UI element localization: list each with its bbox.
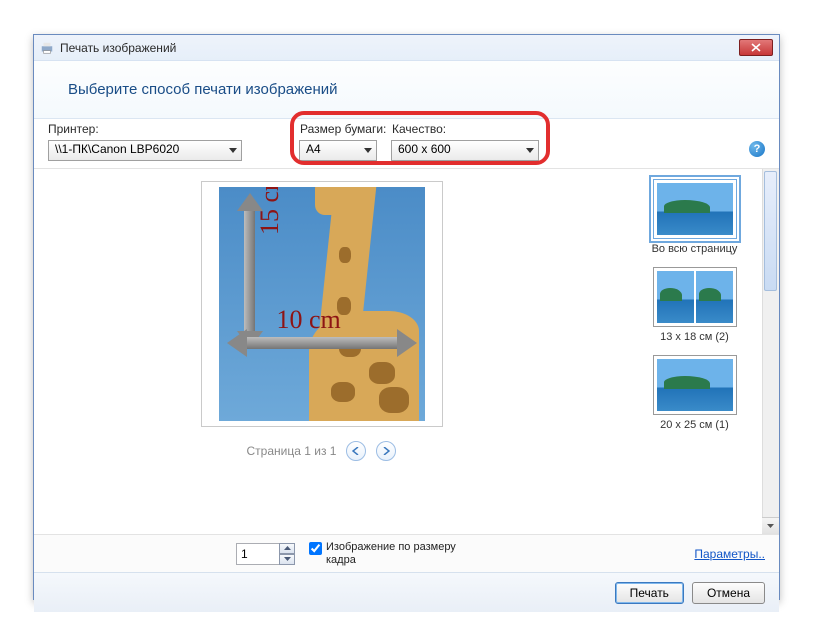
body: 15 cm 10 cm Страница 1 из 1 Во всю стран… bbox=[34, 169, 779, 534]
header-text: Выберите способ печати изображений bbox=[68, 81, 338, 98]
pager-text: Страница 1 из 1 bbox=[247, 444, 337, 458]
scroll-down-button[interactable] bbox=[762, 517, 779, 534]
fit-to-frame-checkbox[interactable] bbox=[309, 542, 322, 555]
copies-down-button[interactable] bbox=[279, 554, 295, 565]
print-button[interactable]: Печать bbox=[615, 582, 684, 604]
preview-column: 15 cm 10 cm Страница 1 из 1 bbox=[34, 169, 609, 534]
cancel-button[interactable]: Отмена bbox=[692, 582, 765, 604]
layouts-column: Во всю страницу 13 x 18 см (2) 20 x 25 с… bbox=[609, 169, 779, 534]
width-label: 10 cm bbox=[277, 305, 341, 335]
fit-to-frame-label: Изображение по размеру кадра bbox=[326, 541, 459, 567]
header: Выберите способ печати изображений bbox=[34, 61, 779, 119]
scroll-thumb[interactable] bbox=[764, 171, 777, 291]
layout-label: 20 x 25 см (1) bbox=[630, 419, 760, 431]
printer-icon bbox=[40, 41, 54, 55]
copies-up-button[interactable] bbox=[279, 543, 295, 554]
scrollbar[interactable] bbox=[762, 169, 779, 534]
printer-dropdown[interactable]: \\1-ПК\Canon LBP6020 bbox=[48, 140, 242, 161]
layout-13x18[interactable]: 13 x 18 см (2) bbox=[630, 267, 760, 343]
help-icon[interactable]: ? bbox=[749, 141, 765, 157]
prev-page-button[interactable] bbox=[346, 441, 366, 461]
height-label: 15 cm bbox=[255, 187, 285, 235]
action-bar: Печать Отмена bbox=[34, 572, 779, 612]
paper-size-dropdown[interactable]: A4 bbox=[299, 140, 377, 161]
preview-frame: 15 cm 10 cm bbox=[201, 181, 443, 427]
paper-label: Размер бумаги: bbox=[300, 122, 386, 136]
next-page-button[interactable] bbox=[376, 441, 396, 461]
footer-row: Изображение по размеру кадра Параметры.. bbox=[34, 534, 779, 572]
options-row: Принтер: Размер бумаги: Качество: \\1-ПК… bbox=[34, 119, 779, 169]
titlebar: Печать изображений bbox=[34, 35, 779, 61]
layout-label: 13 x 18 см (2) bbox=[630, 331, 760, 343]
layout-20x25[interactable]: 20 x 25 см (1) bbox=[630, 355, 760, 431]
printer-label: Принтер: bbox=[48, 122, 99, 136]
parameters-link[interactable]: Параметры.. bbox=[694, 547, 765, 561]
quality-dropdown[interactable]: 600 x 600 bbox=[391, 140, 539, 161]
copies-control bbox=[236, 543, 295, 565]
close-button[interactable] bbox=[739, 39, 773, 56]
layout-label: Во всю страницу bbox=[630, 243, 760, 255]
preview-image: 15 cm 10 cm bbox=[219, 187, 425, 421]
print-dialog: Печать изображений Выберите способ печат… bbox=[33, 34, 780, 600]
copies-input[interactable] bbox=[236, 543, 280, 565]
pager: Страница 1 из 1 bbox=[247, 441, 397, 461]
window-title: Печать изображений bbox=[60, 41, 176, 55]
quality-label: Качество: bbox=[392, 122, 446, 136]
layout-full-page[interactable]: Во всю страницу bbox=[630, 179, 760, 255]
